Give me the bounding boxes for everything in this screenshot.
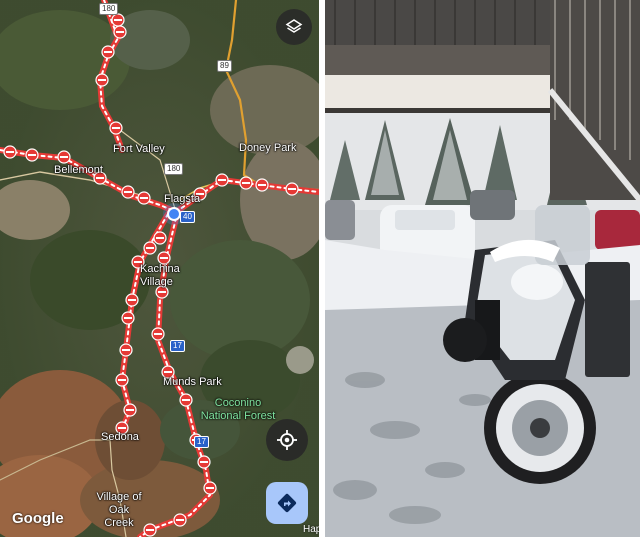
place-sedona[interactable]: Sedona [101, 431, 139, 443]
staircase [547, 0, 640, 202]
edge-place-label: Hap [303, 524, 319, 535]
place-munds-park[interactable]: Munds Park [163, 376, 222, 388]
highway-shield-i17-south: 17 [194, 436, 209, 448]
my-location-icon [277, 430, 297, 450]
place-village-of-oak-creek[interactable]: Village of Oak Creek [93, 491, 145, 530]
layers-button[interactable] [276, 9, 312, 45]
directions-icon [277, 493, 297, 513]
trash-bin [585, 262, 630, 377]
place-doney-park[interactable]: Doney Park [239, 142, 296, 154]
highway-shield-i17-north: 17 [170, 340, 185, 352]
map-panel[interactable]: Fort Valley Doney Park Bellemont Flagsta… [0, 0, 319, 537]
forest-label[interactable]: Coconino National Forest [196, 397, 280, 423]
highway-shield-89: 89 [217, 60, 232, 72]
photo-panel [325, 0, 640, 537]
my-location-button[interactable] [266, 419, 308, 461]
place-fort-valley[interactable]: Fort Valley [113, 143, 165, 155]
highway-shield-i40: 40 [180, 211, 195, 223]
google-logo: Google [12, 510, 64, 527]
highway-shield-180: 180 [164, 163, 184, 175]
snow-motorcycle-photo [325, 0, 640, 537]
highway-shield-180-north: 180 [99, 3, 119, 15]
directions-button[interactable] [266, 482, 308, 524]
place-bellemont[interactable]: Bellemont [54, 164, 103, 176]
place-flagstaff[interactable]: Flagsta [164, 193, 200, 205]
layers-icon [285, 19, 303, 33]
place-kachina-village[interactable]: Kachina Village [140, 263, 180, 289]
